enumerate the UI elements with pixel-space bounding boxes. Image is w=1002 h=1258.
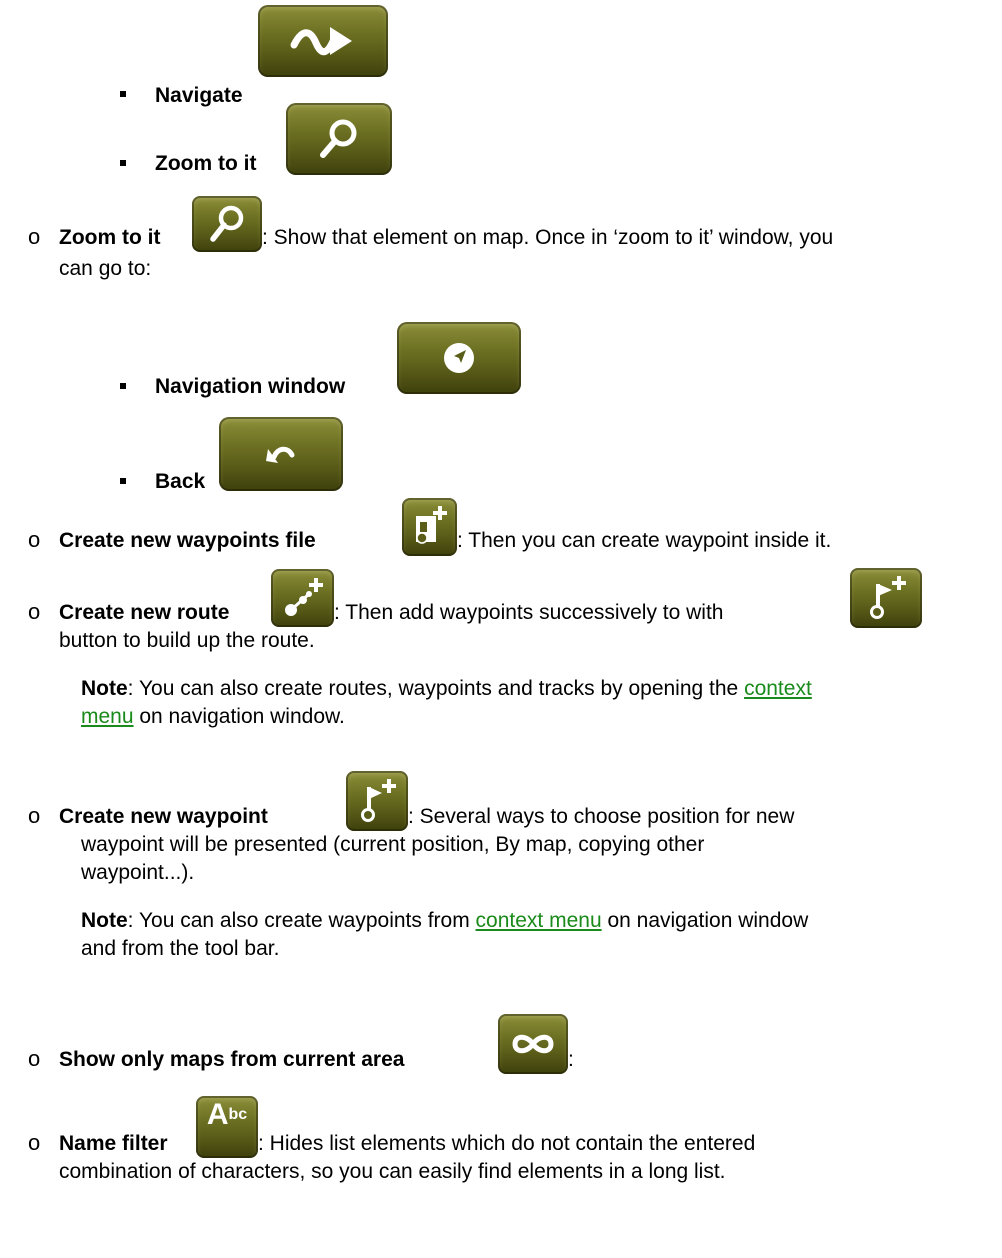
circle-bullet: o bbox=[28, 1130, 41, 1155]
note-2-line2: and from the tool bar. bbox=[81, 937, 280, 960]
show-maps-description: : bbox=[568, 1048, 574, 1071]
zoom-main-description: : Show that element on map. Once in ‘zoo… bbox=[262, 226, 834, 249]
navigate-arrow-icon[interactable] bbox=[258, 5, 388, 77]
note-2-text-end: on navigation window bbox=[601, 909, 809, 932]
new-waypoint-description-line3: waypoint...). bbox=[81, 861, 195, 884]
square-bullet bbox=[120, 91, 126, 97]
zoom-sub-label: Zoom to it bbox=[155, 152, 257, 175]
square-bullet bbox=[120, 160, 126, 166]
back-label: Back bbox=[155, 470, 206, 493]
name-filter-description-line2: combination of characters, so you can ea… bbox=[59, 1160, 726, 1183]
note-2-text: : You can also create waypoints from bbox=[127, 909, 476, 932]
new-waypoints-file-icon[interactable] bbox=[402, 498, 457, 556]
circle-bullet: o bbox=[28, 527, 41, 552]
context-menu-link[interactable]: menu bbox=[81, 705, 134, 728]
new-waypoint-icon[interactable] bbox=[850, 568, 922, 628]
new-waypoint-label: Create new waypoint bbox=[59, 805, 268, 828]
note-label: Note bbox=[81, 909, 128, 932]
new-route-label: Create new route bbox=[59, 601, 230, 624]
navigate-label: Navigate bbox=[155, 84, 243, 107]
new-route-description: : Then add waypoints successively to wit… bbox=[334, 601, 724, 624]
note-1: Note: You can also create routes, waypoi… bbox=[81, 676, 812, 702]
note-1-text: : You can also create routes, waypoints … bbox=[127, 677, 739, 700]
navigation-window-label: Navigation window bbox=[155, 375, 346, 398]
infinity-icon[interactable] bbox=[498, 1014, 568, 1074]
zoom-main-label: Zoom to it bbox=[59, 226, 161, 249]
zoom-main-description-line2: can go to: bbox=[59, 257, 152, 280]
name-filter-label: Name filter bbox=[59, 1132, 168, 1155]
note-1-line2: menu on navigation window. bbox=[81, 704, 345, 730]
circle-bullet: o bbox=[28, 599, 41, 624]
compass-icon[interactable] bbox=[397, 322, 521, 394]
circle-bullet: o bbox=[28, 1046, 41, 1071]
new-route-icon[interactable] bbox=[271, 569, 334, 627]
square-bullet bbox=[120, 478, 126, 484]
note-label: Note bbox=[81, 677, 128, 700]
new-waypoints-file-description: : Then you can create waypoint inside it… bbox=[457, 529, 832, 552]
note-2: Note: You can also create waypoints from… bbox=[81, 908, 808, 934]
abc-icon-small: bc bbox=[228, 1106, 248, 1123]
new-waypoint-description-line2: waypoint will be presented (current posi… bbox=[81, 833, 705, 856]
new-waypoints-file-label: Create new waypoints file bbox=[59, 529, 316, 552]
abc-icon-letter: A bbox=[206, 1098, 229, 1131]
new-waypoint-description: : Several ways to choose position for ne… bbox=[408, 805, 795, 828]
note-1-text-end: on navigation window. bbox=[133, 705, 345, 728]
back-arrow-icon[interactable] bbox=[219, 417, 343, 491]
new-waypoint-icon[interactable] bbox=[346, 771, 408, 831]
magnifier-icon[interactable] bbox=[192, 196, 262, 252]
square-bullet bbox=[120, 383, 126, 389]
circle-bullet: o bbox=[28, 803, 41, 828]
show-maps-label: Show only maps from current area bbox=[59, 1048, 405, 1071]
magnifier-icon[interactable] bbox=[286, 103, 392, 175]
context-menu-link[interactable]: context menu bbox=[476, 909, 602, 932]
name-filter-description: : Hides list elements which do not conta… bbox=[258, 1132, 756, 1155]
circle-bullet: o bbox=[28, 224, 41, 249]
new-route-description-line2: button to build up the route. bbox=[59, 629, 315, 652]
context-menu-link[interactable]: context bbox=[744, 677, 812, 700]
abc-icon[interactable]: Abc bbox=[196, 1096, 258, 1158]
